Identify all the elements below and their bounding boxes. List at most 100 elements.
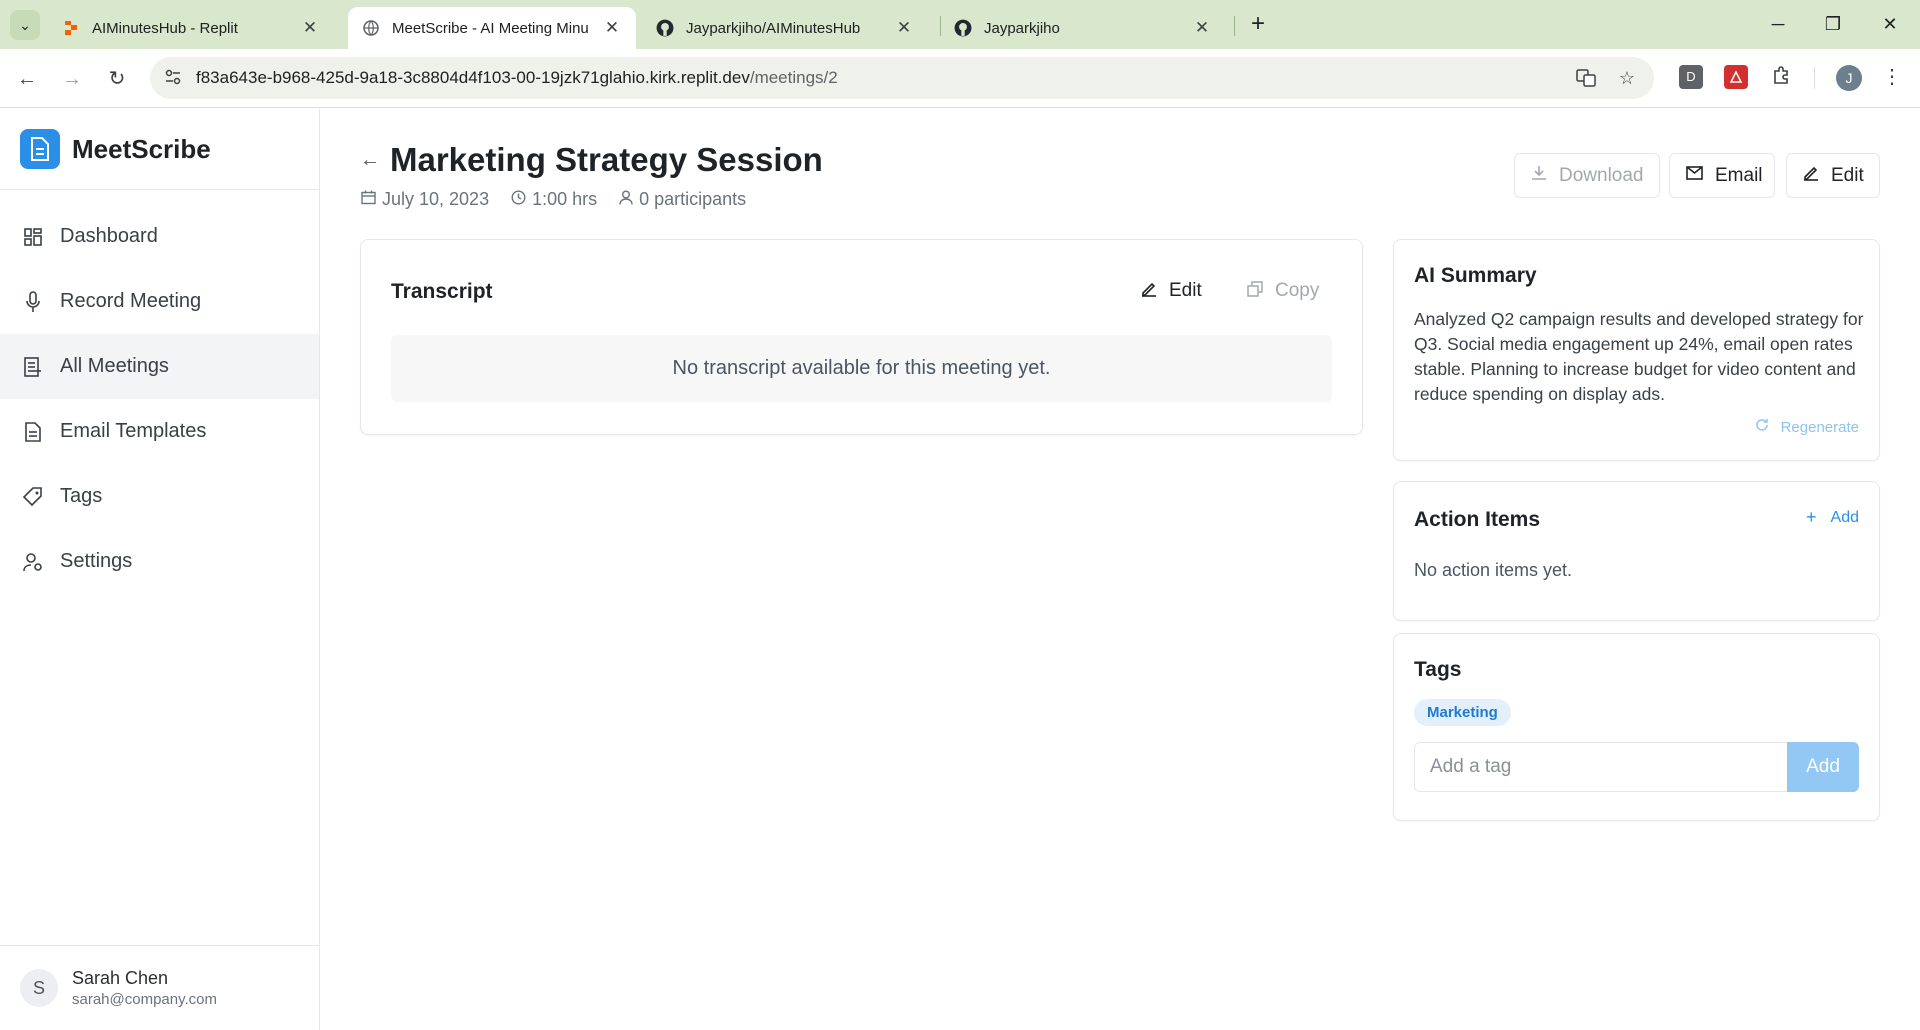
browser-tab-replit[interactable]: AIMinutesHub - Replit ✕ [48, 7, 334, 49]
site-info-icon[interactable] [164, 68, 184, 88]
transcript-copy-button[interactable]: Copy [1247, 280, 1319, 302]
refresh-icon [1755, 418, 1769, 436]
sidebar-item-all-meetings[interactable]: All Meetings [0, 334, 319, 399]
tab-search-button[interactable]: ⌄ [10, 10, 40, 40]
tags-heading: Tags [1414, 658, 1462, 681]
forward-nav-button[interactable]: → [57, 64, 87, 94]
transcript-card: Transcript Edit Copy No transcript avail… [360, 239, 1363, 435]
action-items-empty-state: No action items yet. [1414, 560, 1573, 580]
back-arrow-icon[interactable]: ← [360, 149, 380, 172]
edit-meeting-button[interactable]: Edit [1786, 153, 1880, 198]
url-text[interactable]: f83a643e-b968-425d-9a18-3c8804d4f103-00-… [196, 68, 838, 88]
meeting-date: July 10, 2023 [361, 189, 489, 210]
close-icon[interactable]: ✕ [300, 18, 320, 38]
close-icon[interactable]: ✕ [894, 18, 914, 38]
add-action-item-label: Add [1830, 508, 1859, 526]
document-icon [22, 421, 44, 443]
restore-button[interactable]: ❐ [1813, 10, 1853, 38]
more-menu-icon[interactable]: ⋮ [1880, 65, 1904, 89]
add-action-item-button[interactable]: + Add [1806, 507, 1859, 528]
sidebar-item-tags[interactable]: Tags [0, 464, 319, 529]
ai-summary-text: Analyzed Q2 campaign results and develop… [1414, 309, 1864, 404]
user-email: sarah@company.com [72, 991, 218, 1008]
download-label: Download [1559, 164, 1644, 186]
extensions-puzzle-icon[interactable] [1769, 65, 1793, 89]
star-icon[interactable]: ☆ [1616, 68, 1638, 90]
tab-title: Jayparkjiho [984, 19, 1060, 37]
pencil-icon [1141, 281, 1157, 302]
sidebar-item-email-templates[interactable]: Email Templates [0, 399, 319, 464]
meeting-participants-text: 0 participants [639, 189, 747, 209]
browser-tab-github-profile[interactable]: Jayparkjiho ✕ [940, 7, 1226, 49]
document-logo-icon [20, 129, 60, 169]
pdf-extension-icon[interactable] [1724, 65, 1748, 89]
browser-toolbar: ← → ↻ f83a643e-b968-425d-9a18-3c8804d4f1… [0, 49, 1920, 108]
back-nav-button[interactable]: ← [12, 64, 42, 94]
person-icon [619, 190, 633, 210]
tag-chip[interactable]: Marketing [1414, 699, 1511, 726]
minimize-button[interactable]: ─ [1758, 10, 1798, 38]
sidebar-item-label: Dashboard [60, 225, 158, 247]
address-bar[interactable]: f83a643e-b968-425d-9a18-3c8804d4f103-00-… [150, 57, 1654, 99]
github-icon [954, 19, 972, 37]
calendar-icon [361, 190, 376, 210]
chevron-down-icon: ⌄ [19, 16, 31, 33]
brand-name: MeetScribe [72, 133, 211, 164]
replit-icon [62, 19, 80, 37]
email-button[interactable]: Email [1669, 153, 1775, 198]
user-profile[interactable]: S Sarah Chen sarah@company.com [0, 945, 319, 1030]
sidebar-item-label: Record Meeting [60, 290, 202, 312]
sidebar-item-label: Settings [60, 550, 133, 572]
user-name: Sarah Chen [72, 968, 169, 988]
transcript-edit-label: Edit [1169, 280, 1202, 301]
microphone-icon [22, 290, 44, 313]
sidebar-nav: Dashboard Record Meeting All Meetings Em… [0, 204, 319, 594]
tab-separator [1234, 16, 1235, 36]
sidebar-item-record-meeting[interactable]: Record Meeting [0, 269, 319, 334]
close-icon[interactable]: ✕ [602, 18, 622, 38]
regenerate-label: Regenerate [1780, 418, 1859, 436]
list-icon [22, 356, 44, 378]
tags-card: Tags Marketing Add [1393, 633, 1880, 821]
translate-icon[interactable] [1575, 68, 1597, 90]
sidebar-item-settings[interactable]: Settings [0, 529, 319, 594]
transcript-edit-button[interactable]: Edit [1141, 280, 1202, 302]
profile-avatar[interactable]: J [1836, 65, 1862, 91]
close-icon[interactable]: ✕ [1192, 18, 1212, 38]
new-tab-button[interactable]: + [1244, 10, 1272, 38]
transcript-empty-state: No transcript available for this meeting… [391, 335, 1332, 402]
email-label: Email [1715, 164, 1763, 186]
clock-icon [511, 189, 526, 210]
meeting-participants: 0 participants [619, 189, 746, 210]
edit-label: Edit [1831, 164, 1864, 186]
url-path: /meetings/2 [749, 68, 838, 87]
url-host: f83a643e-b968-425d-9a18-3c8804d4f103-00-… [196, 68, 750, 87]
extension-d-icon[interactable]: D [1679, 65, 1703, 89]
ai-summary-heading: AI Summary [1414, 264, 1537, 287]
browser-tab-github-repo[interactable]: Jayparkjiho/AIMinutesHub ✕ [642, 7, 928, 49]
browser-tab-meetscribe[interactable]: MeetScribe - AI Meeting Minu ✕ [348, 7, 636, 49]
action-items-card: Action Items + Add No action items yet. [1393, 481, 1880, 621]
action-items-heading: Action Items [1414, 508, 1541, 531]
github-icon [656, 19, 674, 37]
user-info: Sarah Chen sarah@company.com [72, 968, 217, 1008]
sidebar-item-label: Tags [60, 485, 103, 507]
plus-icon: + [1806, 507, 1817, 527]
brand[interactable]: MeetScribe [0, 109, 319, 190]
add-tag-button[interactable]: Add [1787, 742, 1859, 792]
download-button[interactable]: Download [1514, 153, 1660, 198]
sidebar-item-label: All Meetings [60, 355, 169, 377]
sidebar-item-dashboard[interactable]: Dashboard [0, 204, 319, 269]
reload-button[interactable]: ↻ [102, 64, 132, 94]
main-content: ← Marketing Strategy Session July 10, 20… [321, 109, 1920, 1030]
meeting-meta: July 10, 2023 1:00 hrs 0 participants [361, 189, 768, 210]
tag-input[interactable] [1414, 742, 1787, 792]
mail-icon [1686, 166, 1703, 185]
window-close-button[interactable]: ✕ [1870, 10, 1910, 38]
globe-icon [362, 19, 380, 37]
user-settings-icon [22, 551, 44, 573]
regenerate-button[interactable]: Regenerate [1755, 418, 1859, 436]
tab-title: MeetScribe - AI Meeting Minu [392, 19, 589, 37]
meeting-date-text: July 10, 2023 [382, 189, 490, 209]
tag-icon [22, 486, 44, 508]
